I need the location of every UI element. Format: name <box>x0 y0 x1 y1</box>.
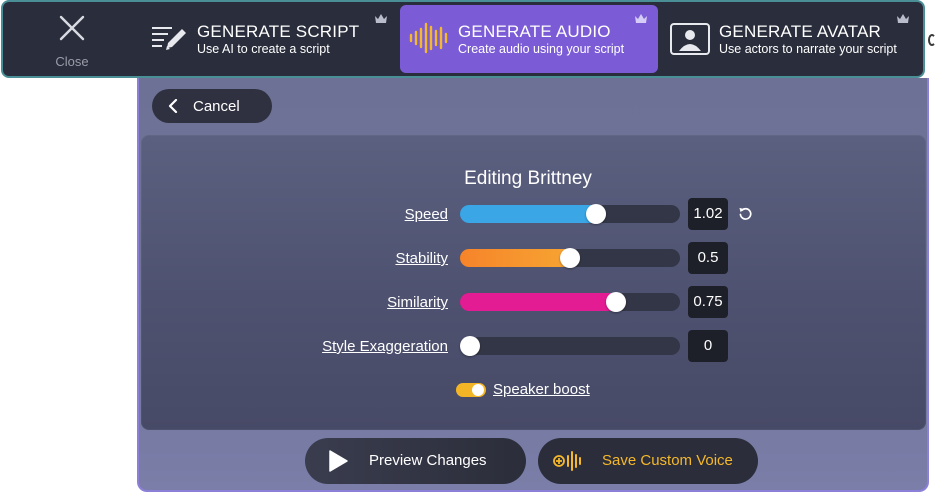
stability-value[interactable]: 0.5 <box>688 242 728 274</box>
chevron-left-icon <box>168 99 178 113</box>
close-label: Close <box>55 54 89 69</box>
speed-label[interactable]: Speed <box>405 206 448 223</box>
speed-slider-fill <box>460 205 606 223</box>
audio-waveform-icon <box>409 22 448 54</box>
preview-changes-button[interactable]: Preview Changes <box>305 438 526 484</box>
tab-audio-subtitle: Create audio using your script <box>458 42 625 56</box>
reset-icon[interactable] <box>738 206 753 221</box>
play-icon <box>329 450 348 472</box>
app-window: Close GENERATE SCRIPT Use AI to create a… <box>0 0 936 492</box>
speed-value[interactable]: 1.02 <box>688 198 728 230</box>
stability-label[interactable]: Stability <box>395 250 448 267</box>
tab-generate-script[interactable]: GENERATE SCRIPT Use AI to create a scrip… <box>146 5 394 73</box>
speaker-boost-label[interactable]: Speaker boost <box>493 381 590 398</box>
save-custom-voice-label: Save Custom Voice <box>602 452 733 469</box>
similarity-value[interactable]: 0.75 <box>688 286 728 318</box>
speaker-boost-toggle-knob <box>472 384 484 396</box>
similarity-slider-thumb[interactable] <box>606 292 626 312</box>
speed-slider-thumb[interactable] <box>586 204 606 224</box>
close-button[interactable]: Close <box>42 14 102 72</box>
speed-slider[interactable] <box>460 204 680 224</box>
speaker-boost-toggle[interactable] <box>456 383 486 397</box>
tab-audio-title: GENERATE AUDIO <box>458 22 611 41</box>
tab-avatar-title: GENERATE AVATAR <box>719 22 882 41</box>
similarity-slider-fill <box>460 293 626 311</box>
style-exaggeration-label[interactable]: Style Exaggeration <box>322 338 448 355</box>
stability-slider-thumb[interactable] <box>560 248 580 268</box>
style-exaggeration-value[interactable]: 0 <box>688 330 728 362</box>
tab-script-title: GENERATE SCRIPT <box>197 22 360 41</box>
tab-generate-audio[interactable]: GENERATE AUDIO Create audio using your s… <box>400 5 658 73</box>
crown-icon <box>897 14 909 23</box>
editing-title-text: Editing Brittney <box>464 168 592 189</box>
preview-changes-label: Preview Changes <box>369 452 487 469</box>
pencil-lines-icon <box>152 27 186 50</box>
edge-handle-icon <box>928 34 936 46</box>
cancel-button[interactable]: Cancel <box>152 89 272 123</box>
add-waveform-icon <box>553 451 581 471</box>
similarity-slider[interactable] <box>460 292 680 312</box>
editing-title: Editing Brittney <box>0 168 936 190</box>
save-custom-voice-button[interactable]: Save Custom Voice <box>538 438 758 484</box>
stability-slider[interactable] <box>460 248 680 268</box>
similarity-label[interactable]: Similarity <box>387 294 448 311</box>
style-exaggeration-slider-thumb[interactable] <box>460 336 480 356</box>
close-icon <box>59 15 85 41</box>
avatar-portrait-icon <box>670 23 710 55</box>
crown-icon <box>635 14 647 23</box>
tab-script-subtitle: Use AI to create a script <box>197 42 330 56</box>
tab-generate-avatar[interactable]: GENERATE AVATAR Use actors to narrate yo… <box>664 5 920 73</box>
tab-avatar-subtitle: Use actors to narrate your script <box>719 42 897 56</box>
cancel-label: Cancel <box>193 98 240 115</box>
style-exaggeration-slider[interactable] <box>460 336 680 356</box>
crown-icon <box>375 14 387 23</box>
